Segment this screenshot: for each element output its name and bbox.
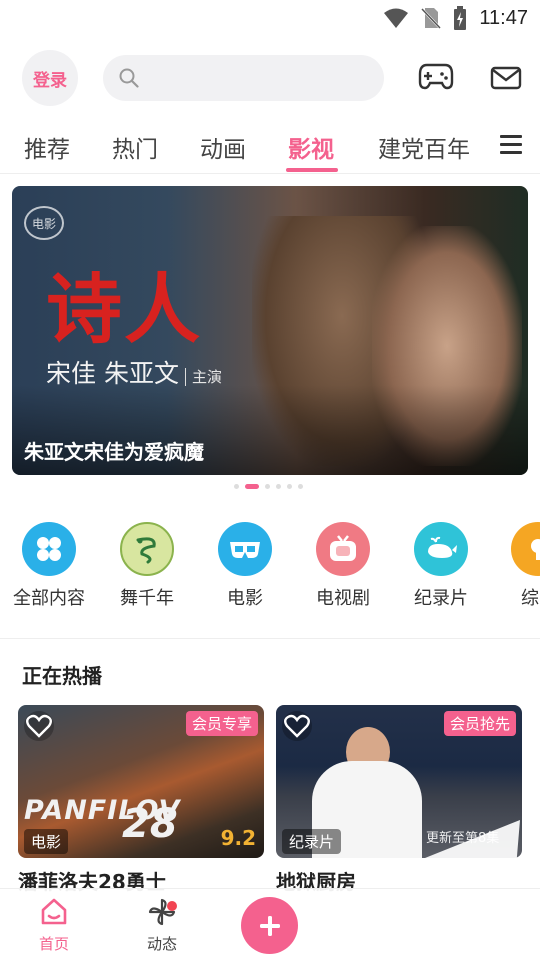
create-button[interactable] xyxy=(241,897,298,954)
dragon-icon xyxy=(120,522,174,576)
category-tv-series[interactable]: 电视剧 xyxy=(303,518,383,610)
wifi-icon xyxy=(384,8,409,28)
heart-icon xyxy=(26,714,52,738)
login-button[interactable]: 登录 xyxy=(22,50,78,106)
heart-icon xyxy=(284,714,310,738)
banner-movie-title: 诗人 xyxy=(46,265,202,354)
category-movie[interactable]: 电影 xyxy=(205,518,285,610)
vip-badge: 会员专享 xyxy=(185,711,258,736)
whale-icon xyxy=(414,522,468,576)
pagination-dot xyxy=(276,484,281,489)
category-documentary[interactable]: 纪录片 xyxy=(401,518,481,610)
featured-banner[interactable]: 电影 诗人 宋佳 朱亚文 主演 朱亚文宋佳为爱疯魔 xyxy=(12,186,528,475)
banner-pagination xyxy=(234,484,303,489)
genre-tag: 电影 xyxy=(24,829,69,854)
tab-recommend[interactable]: 推荐 xyxy=(24,130,70,164)
3d-glasses-icon xyxy=(218,522,272,576)
divider xyxy=(0,638,540,639)
tv-icon xyxy=(316,522,370,576)
rating-score: 9.2 xyxy=(220,826,256,850)
favorite-button[interactable] xyxy=(24,711,54,741)
nav-home[interactable]: 首页 xyxy=(19,897,89,954)
video-card[interactable]: PANFILOV 28 会员专享 电影 9.2 xyxy=(18,705,264,858)
bottom-navigation: 首页 动态 xyxy=(0,888,540,960)
poster-number-text: 28 xyxy=(122,801,178,847)
battery-charging-icon xyxy=(454,6,467,30)
category-dance[interactable]: 舞千年 xyxy=(107,518,187,610)
banner-caption: 朱亚文宋佳为爱疯魔 xyxy=(24,440,204,464)
tab-party-centenary[interactable]: 建党百年 xyxy=(378,130,470,164)
banner-cast: 宋佳 朱亚文 主演 xyxy=(46,359,222,388)
film-channel-logo: 电影 xyxy=(24,206,64,240)
status-bar: 11:47 xyxy=(0,0,540,36)
tab-film-tv[interactable]: 影视 xyxy=(288,130,334,164)
menu-icon[interactable] xyxy=(500,134,522,154)
nav-feed[interactable]: 动态 xyxy=(127,897,197,954)
home-icon xyxy=(41,898,67,925)
top-bar: 登录 xyxy=(0,48,540,108)
mail-icon[interactable] xyxy=(490,66,522,90)
pagination-dot xyxy=(265,484,270,489)
notification-dot xyxy=(167,901,177,911)
clock: 11:47 xyxy=(479,6,528,29)
gamepad-icon[interactable] xyxy=(418,62,454,90)
variety-icon xyxy=(511,522,540,576)
favorite-button[interactable] xyxy=(282,711,312,741)
pagination-dot xyxy=(234,484,239,489)
search-icon xyxy=(119,68,139,88)
search-input[interactable] xyxy=(103,55,384,101)
pagination-dot xyxy=(298,484,303,489)
pagination-dot xyxy=(287,484,292,489)
category-all[interactable]: 全部内容 xyxy=(9,518,89,610)
category-tabs: 推荐 热门 动画 影视 建党百年 xyxy=(0,118,540,174)
tab-hot[interactable]: 热门 xyxy=(112,130,158,164)
no-sim-icon xyxy=(421,8,442,29)
vip-badge: 会员抢先 xyxy=(443,711,516,736)
category-shortcuts: 全部内容 舞千年 电影 电视剧 纪录片 综 xyxy=(0,518,540,628)
section-title: 正在热播 xyxy=(22,664,102,688)
tab-animation[interactable]: 动画 xyxy=(200,130,246,164)
pagination-dot-active xyxy=(245,484,259,489)
plus-icon xyxy=(259,915,280,936)
active-tab-indicator xyxy=(286,168,338,172)
category-variety[interactable]: 综 xyxy=(499,518,540,610)
banner-cast-role: 主演 xyxy=(184,368,222,386)
genre-tag: 纪录片 xyxy=(282,829,342,854)
grid-icon xyxy=(22,522,76,576)
